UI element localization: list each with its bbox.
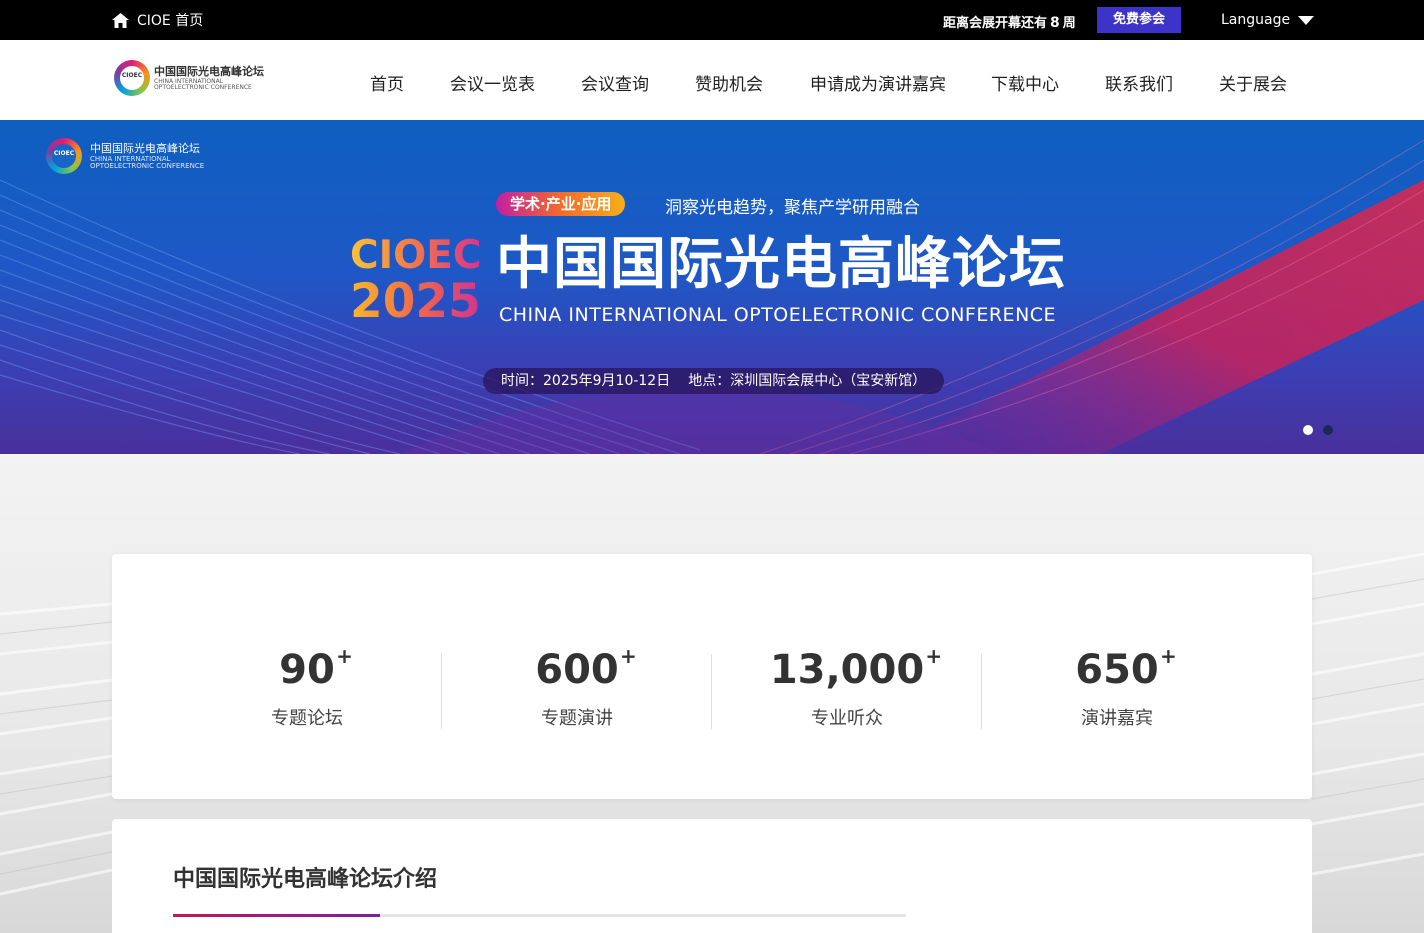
top-bar: CIOE 首页 距离会展开幕还有 8 周 免费参会 Language xyxy=(0,0,1424,40)
stat-forums: 90 + 专题论坛 xyxy=(172,646,442,730)
nav-sponsorship[interactable]: 赞助机会 xyxy=(695,70,763,95)
stat-suffix: + xyxy=(925,644,943,668)
nav-apply-speaker[interactable]: 申请成为演讲嘉宾 xyxy=(810,70,946,95)
stat-talks: 600 + 专题演讲 xyxy=(442,646,712,730)
hero-banner[interactable]: CIOEC 中国国际光电高峰论坛 CHINA INTERNATIONAL OPT… xyxy=(0,120,1424,454)
main-content: 90 + 专题论坛 600 + 专题演讲 13,000 + 专业听众 650 + 演讲嘉… xyxy=(0,454,1424,933)
banner-year: 2025 xyxy=(350,274,481,329)
intro-title: 中国国际光电高峰论坛介绍 xyxy=(173,867,438,892)
stat-label: 演讲嘉宾 xyxy=(1081,708,1153,729)
banner-brand: CIOEC xyxy=(350,233,482,278)
banner-time: 时间：2025年9月10-12日 xyxy=(501,373,671,389)
intro-underline-accent xyxy=(173,914,380,917)
nav-downloads[interactable]: 下载中心 xyxy=(991,70,1059,95)
banner-venue: 地点：深圳国际会展中心（宝安新馆） xyxy=(688,373,927,389)
nav-schedule[interactable]: 会议一览表 xyxy=(450,70,535,95)
intro-card: 中国国际光电高峰论坛介绍 xyxy=(112,819,1312,933)
stat-label: 专业听众 xyxy=(811,708,883,729)
logo-badge: CIOEC xyxy=(121,72,143,79)
intro-underline xyxy=(173,914,906,917)
language-label: Language xyxy=(1221,12,1291,28)
stat-value: 13,000 xyxy=(769,647,925,693)
countdown: 距离会展开幕还有 8 周 xyxy=(943,12,1076,31)
stat-audience: 13,000 + 专业听众 xyxy=(712,646,982,730)
banner-logo-cn: 中国国际光电高峰论坛 xyxy=(90,141,200,155)
stat-value: 90 xyxy=(279,647,335,693)
countdown-prefix: 距离会展开幕还有 xyxy=(943,16,1048,31)
main-nav: 首页 会议一览表 会议查询 赞助机会 申请成为演讲嘉宾 下载中心 联系我们 关于… xyxy=(0,70,1424,95)
nav-home[interactable]: 首页 xyxy=(370,70,404,95)
banner-subtitle: CHINA INTERNATIONAL OPTOELECTRONIC CONFE… xyxy=(499,304,1057,326)
home-icon xyxy=(112,12,129,28)
stat-speakers: 650 + 演讲嘉宾 xyxy=(982,646,1252,730)
carousel-dots xyxy=(1303,425,1343,435)
banner-logo-en: CHINA INTERNATIONAL OPTOELECTRONIC CONFE… xyxy=(90,154,205,170)
cioe-home-link[interactable]: CIOE 首页 xyxy=(112,10,203,30)
banner-logo-badge: CIOEC xyxy=(53,150,75,157)
banner-logo-ring-icon: CIOEC xyxy=(46,138,82,174)
stat-value: 600 xyxy=(535,647,619,693)
stat-label: 专题演讲 xyxy=(541,708,613,729)
stat-value: 650 xyxy=(1075,647,1159,693)
banner-info: 时间：2025年9月10-12日 地点：深圳国际会展中心（宝安新馆） xyxy=(483,368,945,394)
stat-label: 专题论坛 xyxy=(271,708,343,729)
banner-logo: CIOEC 中国国际光电高峰论坛 CHINA INTERNATIONAL OPT… xyxy=(46,138,220,174)
countdown-unit: 周 xyxy=(1062,16,1076,31)
banner-title: 中国国际光电高峰论坛 xyxy=(496,232,1066,297)
home-label: CIOE 首页 xyxy=(137,13,204,29)
carousel-dot-2[interactable] xyxy=(1323,425,1333,435)
banner-pill: 学术·产业·应用 xyxy=(496,192,626,216)
nav-contact[interactable]: 联系我们 xyxy=(1105,70,1173,95)
stat-suffix: + xyxy=(336,644,353,668)
chevron-down-icon xyxy=(1298,15,1315,25)
stat-suffix: + xyxy=(1159,644,1177,668)
stat-suffix: + xyxy=(619,644,637,668)
free-register-button[interactable]: 免费参会 xyxy=(1097,7,1181,33)
carousel-dot-1[interactable] xyxy=(1303,425,1313,435)
nav-about[interactable]: 关于展会 xyxy=(1219,70,1287,95)
nav-search[interactable]: 会议查询 xyxy=(581,70,649,95)
countdown-value: 8 xyxy=(1050,15,1060,31)
site-header: CIOEC 中国国际光电高峰论坛 CHINA INTERNATIONAL OPT… xyxy=(0,40,1424,120)
stats-card: 90 + 专题论坛 600 + 专题演讲 13,000 + 专业听众 650 + 演讲嘉… xyxy=(112,554,1312,799)
banner-slogan: 洞察光电趋势，聚焦产学研用融合 xyxy=(665,198,920,218)
language-selector[interactable]: Language xyxy=(1221,12,1315,28)
